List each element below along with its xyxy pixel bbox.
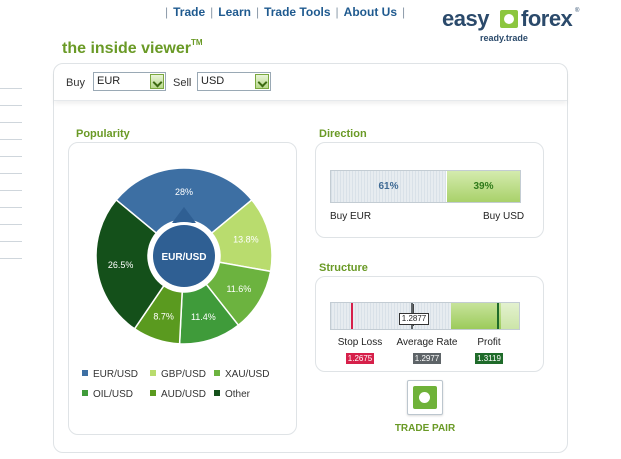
nav-about-us[interactable]: About Us [344,5,397,19]
pie-slice-label: 8.7% [153,312,174,322]
structure-title: Structure [319,262,368,274]
trademark-mark: TM [190,38,203,47]
legend-item[interactable]: Other [214,389,250,400]
direction-sell-segment: 39% [446,171,520,202]
easy-forex-logo[interactable]: easy forex ® ready.trade [442,6,582,46]
trade-pair-button[interactable] [407,380,443,415]
stop-loss-label: Stop Loss [337,337,383,348]
legend-swatch [82,370,88,376]
legend-item[interactable]: AUD/USD [150,389,206,400]
sell-label: Sell [173,77,192,89]
nav-trade-tools[interactable]: Trade Tools [264,5,330,19]
legend-item[interactable]: EUR/USD [82,369,138,380]
average-rate-label: Average Rate [396,337,458,348]
logo-easy-text: easy [442,6,489,31]
structure-profit-zone [451,303,501,329]
legend-swatch [150,370,156,376]
direction-title: Direction [319,128,367,140]
profit-value: 1.3119 [475,353,503,364]
legend-swatch [150,390,156,396]
pie-slice-label: 11.4% [191,312,216,322]
legend-swatch [214,390,220,396]
side-divider-lines [0,72,22,259]
logo-forex-text: forex [521,6,573,31]
pie-center-label: EUR/USD [161,252,206,263]
pie-slice-label: 11.6% [226,284,251,294]
legend-swatch [214,370,220,376]
currency-selector-bar: Buy EUR Sell USD [54,64,567,101]
direction-buy-label: Buy EUR [330,211,372,222]
profit-label: Profit [477,337,501,348]
pie-slice-label: 28% [175,187,193,197]
popularity-pie-chart: 28% 13.8% 11.6% 11.4% 8.7% 26.5% EUR/USD [95,167,273,345]
nav-trade[interactable]: Trade [173,5,205,19]
sell-currency-select[interactable]: USD [197,72,271,91]
direction-buy-segment: 61% [331,171,446,202]
nav-learn[interactable]: Learn [218,5,251,19]
legend-item[interactable]: GBP/USD [150,369,206,380]
legend-swatch [82,390,88,396]
direction-bar: 61% 39% [330,170,521,203]
buy-currency-select[interactable]: EUR [93,72,166,91]
pie-slice-label: 26.5% [108,260,134,270]
stop-loss-marker [351,303,353,329]
profit-marker [497,303,499,329]
stop-loss-value: 1.2675 [346,353,374,364]
pie-slice-label: 13.8% [233,235,259,245]
buy-label: Buy [66,77,85,89]
trade-icon [413,386,437,409]
page-title: the inside viewerTM [62,38,203,57]
chevron-down-icon[interactable] [255,74,269,89]
average-rate-value: 1.2977 [413,353,441,364]
structure-right-zone [501,303,519,329]
current-rate-value: 1.2877 [399,313,429,325]
direction-sell-label: Buy USD [483,211,525,222]
trade-pair-link[interactable]: TRADE PAIR [388,423,462,434]
logo-registered-mark: ® [575,8,580,14]
logo-square-icon [500,10,518,28]
top-nav: | Trade | Learn | Trade Tools | About Us | [165,5,406,19]
logo-tagline: ready.trade [480,33,528,43]
popularity-title: Popularity [76,128,130,140]
legend-item[interactable]: XAU/USD [214,369,269,380]
chevron-down-icon[interactable] [150,74,164,89]
legend-item[interactable]: OIL/USD [82,389,133,400]
